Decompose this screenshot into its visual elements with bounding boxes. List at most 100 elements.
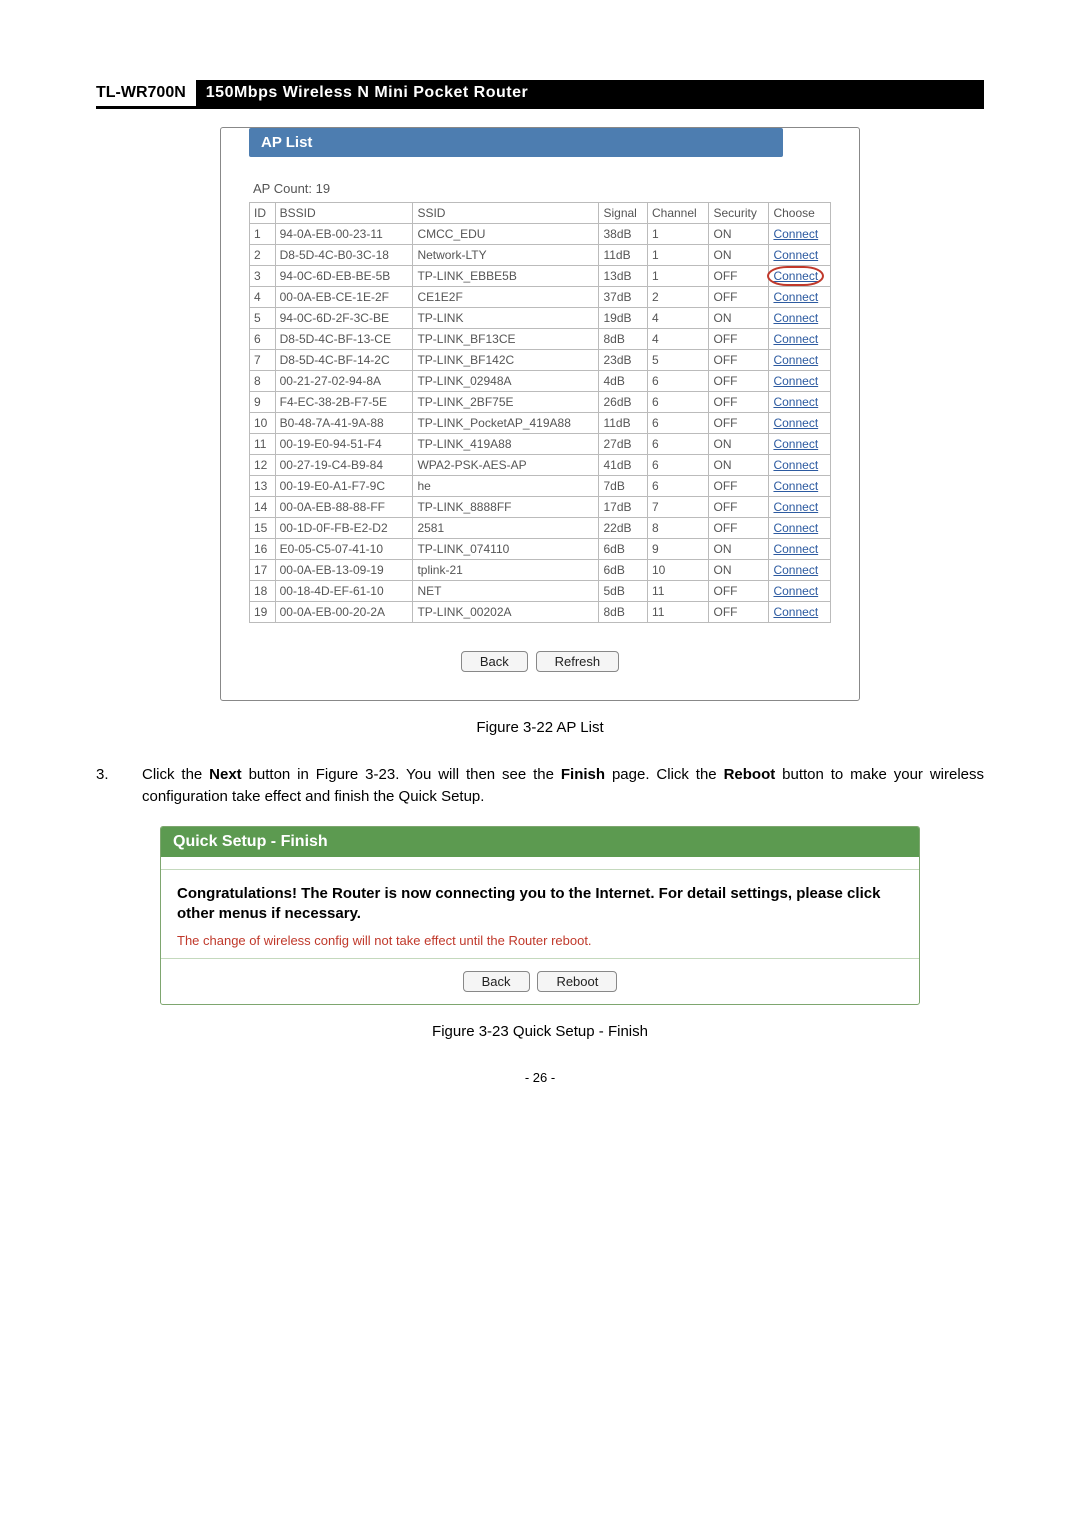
table-row: 1500-1D-0F-FB-E2-D2258122dB8OFFConnect [250, 518, 831, 539]
cell-security: OFF [709, 476, 769, 497]
cell-security: ON [709, 308, 769, 329]
cell-id: 19 [250, 602, 276, 623]
refresh-button[interactable]: Refresh [536, 651, 620, 672]
cell-bssid: B0-48-7A-41-9A-88 [275, 413, 413, 434]
col-ssid: SSID [413, 203, 599, 224]
cell-channel: 4 [647, 308, 709, 329]
cell-signal: 22dB [599, 518, 648, 539]
cell-id: 5 [250, 308, 276, 329]
cell-security: ON [709, 245, 769, 266]
cell-id: 6 [250, 329, 276, 350]
figure-caption-aplist: Figure 3-22 AP List [96, 719, 984, 736]
table-row: 1900-0A-EB-00-20-2ATP-LINK_00202A8dB11OF… [250, 602, 831, 623]
cell-channel: 9 [647, 539, 709, 560]
cell-bssid: 00-0A-EB-13-09-19 [275, 560, 413, 581]
connect-link[interactable]: Connect [773, 416, 818, 430]
cell-channel: 6 [647, 392, 709, 413]
cell-security: OFF [709, 518, 769, 539]
ap-table: ID BSSID SSID Signal Channel Security Ch… [249, 202, 831, 623]
cell-channel: 6 [647, 455, 709, 476]
cell-bssid: 94-0A-EB-00-23-11 [275, 224, 413, 245]
connect-link[interactable]: Connect [773, 227, 818, 241]
connect-link[interactable]: Connect [773, 605, 818, 619]
cell-bssid: F4-EC-38-2B-F7-5E [275, 392, 413, 413]
cell-ssid: TP-LINK_2BF75E [413, 392, 599, 413]
cell-choose: Connect [769, 602, 831, 623]
cell-channel: 11 [647, 581, 709, 602]
cell-choose: Connect [769, 518, 831, 539]
table-row: 1800-18-4D-EF-61-10NET5dB11OFFConnect [250, 581, 831, 602]
qs-reboot-button[interactable]: Reboot [537, 971, 617, 992]
connect-link[interactable]: Connect [773, 248, 818, 262]
connect-link[interactable]: Connect [773, 332, 818, 346]
col-security: Security [709, 203, 769, 224]
cell-id: 8 [250, 371, 276, 392]
cell-id: 16 [250, 539, 276, 560]
connect-link[interactable]: Connect [773, 521, 818, 535]
cell-ssid: TP-LINK_419A88 [413, 434, 599, 455]
cell-security: ON [709, 434, 769, 455]
cell-id: 1 [250, 224, 276, 245]
step-number: 3. [96, 764, 142, 808]
cell-channel: 8 [647, 518, 709, 539]
cell-choose: Connect [769, 560, 831, 581]
step-body: Click the Next button in Figure 3-23. Yo… [142, 764, 984, 808]
cell-choose: Connect [769, 392, 831, 413]
cell-signal: 41dB [599, 455, 648, 476]
cell-choose: Connect [769, 287, 831, 308]
cell-ssid: TP-LINK_074110 [413, 539, 599, 560]
connect-link[interactable]: Connect [773, 458, 818, 472]
cell-ssid: WPA2-PSK-AES-AP [413, 455, 599, 476]
page-number: - 26 - [96, 1070, 984, 1085]
ap-table-header: ID BSSID SSID Signal Channel Security Ch… [250, 203, 831, 224]
cell-choose: Connect [769, 245, 831, 266]
qs-back-button[interactable]: Back [463, 971, 530, 992]
cell-bssid: 00-18-4D-EF-61-10 [275, 581, 413, 602]
cell-channel: 6 [647, 434, 709, 455]
connect-link[interactable]: Connect [773, 311, 818, 325]
cell-signal: 4dB [599, 371, 648, 392]
cell-signal: 37dB [599, 287, 648, 308]
cell-signal: 8dB [599, 602, 648, 623]
cell-channel: 6 [647, 371, 709, 392]
cell-channel: 4 [647, 329, 709, 350]
connect-link[interactable]: Connect [773, 563, 818, 577]
col-signal: Signal [599, 203, 648, 224]
cell-choose: Connect [769, 434, 831, 455]
cell-ssid: TP-LINK_PocketAP_419A88 [413, 413, 599, 434]
cell-id: 18 [250, 581, 276, 602]
cell-channel: 10 [647, 560, 709, 581]
connect-link[interactable]: Connect [773, 374, 818, 388]
connect-link[interactable]: Connect [773, 584, 818, 598]
cell-signal: 27dB [599, 434, 648, 455]
connect-link[interactable]: Connect [773, 353, 818, 367]
connect-link[interactable]: Connect [773, 290, 818, 304]
cell-security: ON [709, 560, 769, 581]
cell-security: OFF [709, 287, 769, 308]
cell-channel: 2 [647, 287, 709, 308]
col-channel: Channel [647, 203, 709, 224]
cell-signal: 19dB [599, 308, 648, 329]
table-row: 6D8-5D-4C-BF-13-CETP-LINK_BF13CE8dB4OFFC… [250, 329, 831, 350]
cell-ssid: he [413, 476, 599, 497]
cell-ssid: TP-LINK_00202A [413, 602, 599, 623]
cell-signal: 23dB [599, 350, 648, 371]
connect-link[interactable]: Connect [773, 542, 818, 556]
connect-link[interactable]: Connect [773, 269, 818, 283]
cell-bssid: D8-5D-4C-BF-13-CE [275, 329, 413, 350]
quick-setup-finish-panel: Quick Setup - Finish Congratulations! Th… [160, 826, 920, 1005]
model-desc: 150Mbps Wireless N Mini Pocket Router [196, 80, 984, 106]
connect-link[interactable]: Connect [773, 479, 818, 493]
model-label: TL-WR700N [96, 80, 196, 106]
connect-link[interactable]: Connect [773, 437, 818, 451]
cell-ssid: TP-LINK [413, 308, 599, 329]
connect-link[interactable]: Connect [773, 395, 818, 409]
cell-choose: Connect [769, 497, 831, 518]
cell-choose: Connect [769, 329, 831, 350]
cell-bssid: 00-27-19-C4-B9-84 [275, 455, 413, 476]
cell-signal: 5dB [599, 581, 648, 602]
connect-link[interactable]: Connect [773, 500, 818, 514]
back-button[interactable]: Back [461, 651, 528, 672]
cell-ssid: CMCC_EDU [413, 224, 599, 245]
cell-signal: 11dB [599, 245, 648, 266]
